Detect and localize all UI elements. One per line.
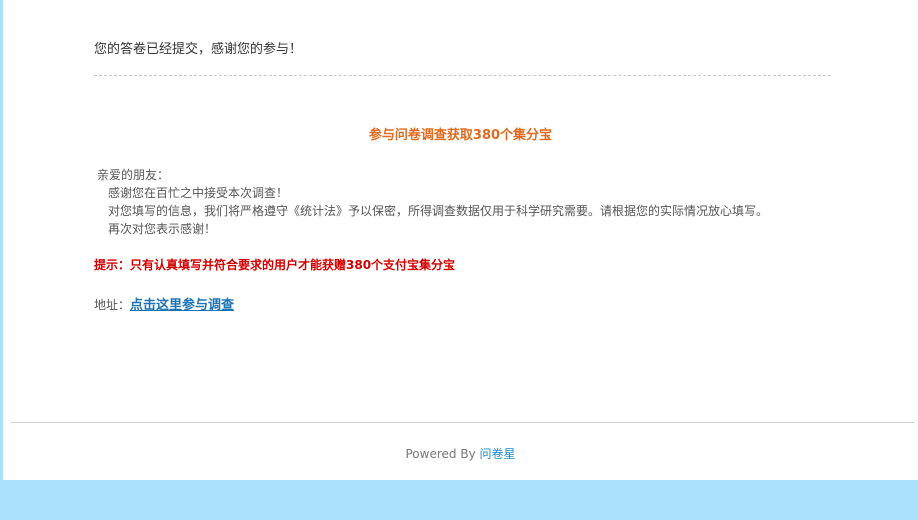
participate-survey-link[interactable]: 点击这里参与调查 bbox=[130, 298, 234, 313]
promo-title: 参与问卷调查获取380个集分宝 bbox=[368, 128, 553, 143]
footer: Powered By 问卷星 bbox=[3, 445, 918, 462]
powered-by-text: Powered By bbox=[405, 447, 480, 461]
address-label: 地址： bbox=[94, 298, 131, 312]
survey-letter: 亲爱的朋友： 感谢您在百忙之中接受本次调查！ 对您填写的信息，我们将严格遵守《统… bbox=[97, 166, 768, 238]
reward-tip: 提示：只有认真填写并符合要求的用户才能获赠380个支付宝集分宝 bbox=[94, 258, 456, 272]
dashed-divider bbox=[94, 75, 831, 76]
footer-divider bbox=[11, 422, 915, 423]
letter-line: 对您填写的信息，我们将严格遵守《统计法》予以保密，所得调查数据仅用于科学研究需要… bbox=[108, 204, 769, 218]
letter-greeting: 亲爱的朋友： bbox=[97, 168, 170, 182]
survey-address: 地址：点击这里参与调查 bbox=[94, 294, 234, 313]
submission-confirmation: 您的答卷已经提交，感谢您的参与！ bbox=[94, 42, 303, 57]
letter-line: 感谢您在百忙之中接受本次调查！ bbox=[108, 186, 289, 200]
letter-line: 再次对您表示感谢！ bbox=[108, 222, 217, 236]
wenjuanxing-link[interactable]: 问卷星 bbox=[479, 447, 515, 461]
content-panel: 您的答卷已经提交，感谢您的参与！ 参与问卷调查获取380个集分宝 亲爱的朋友： … bbox=[3, 0, 918, 480]
